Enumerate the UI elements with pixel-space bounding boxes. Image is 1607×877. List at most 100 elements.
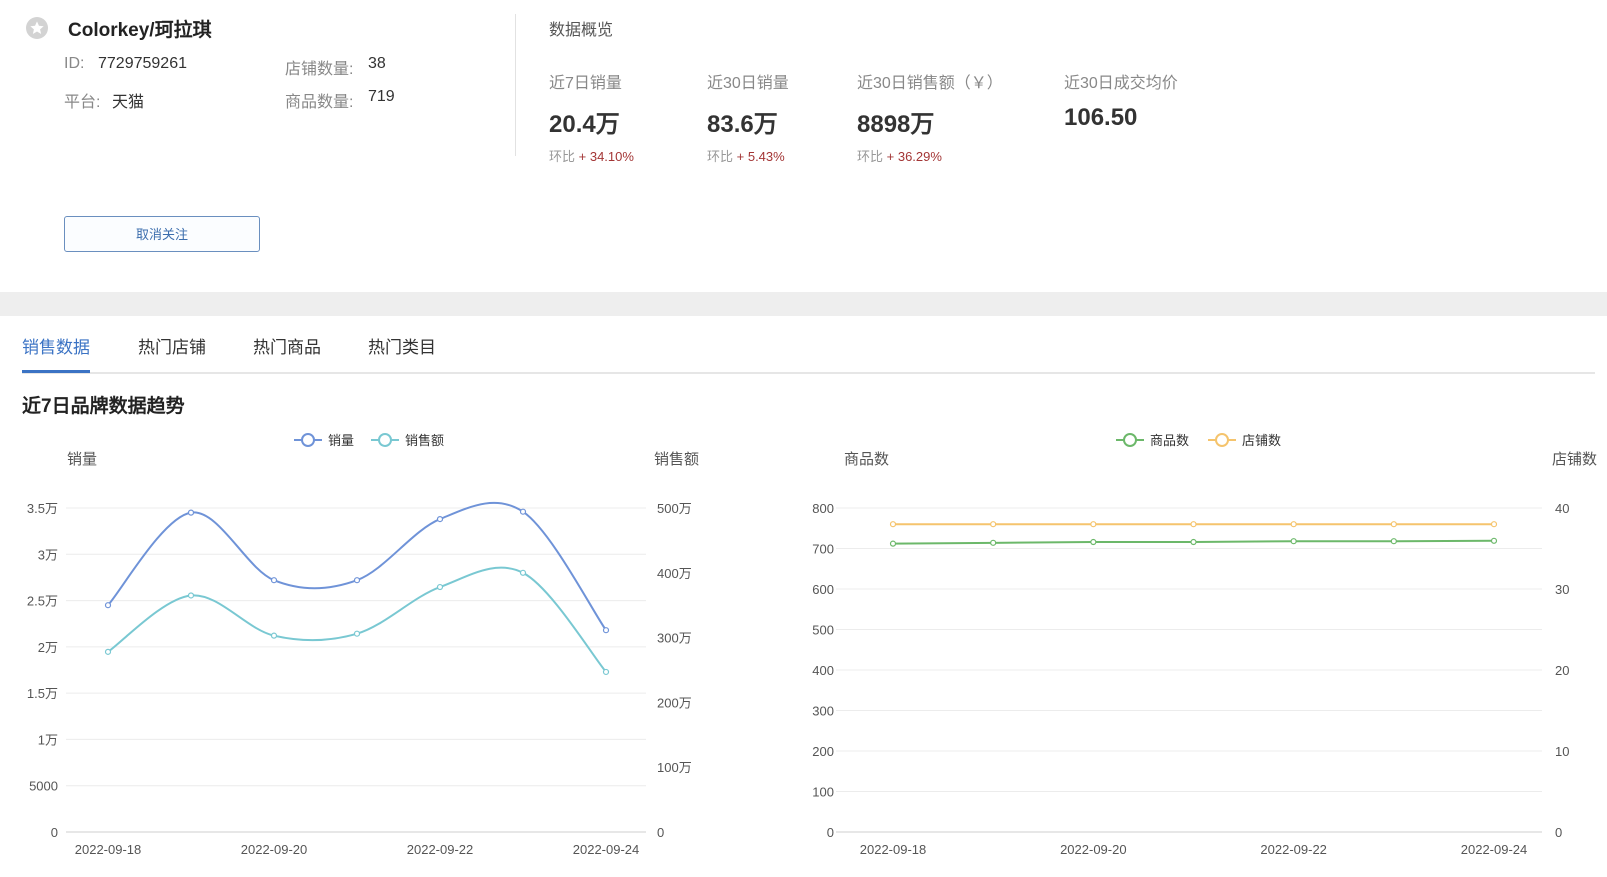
metric-value-7d-sales: 20.4万 (549, 111, 620, 138)
tab-hot-categories[interactable]: 热门类目 (368, 336, 436, 372)
y-tick-left: 1万 (38, 732, 58, 747)
y-tick-left: 200 (812, 744, 834, 759)
y-tick-left: 3.5万 (27, 501, 58, 516)
y-tick-left: 300 (812, 704, 834, 719)
x-tick-label: 2022-09-20 (1060, 842, 1127, 857)
y-tick-left: 700 (812, 542, 834, 557)
tab-hot-products[interactable]: 热门商品 (253, 336, 321, 372)
unfollow-button[interactable]: 取消关注 (64, 216, 260, 252)
y-tick-left: 0 (827, 825, 834, 840)
data-point-2 (270, 632, 278, 639)
metric-label-30d-revenue: 近30日销售额（￥） (857, 75, 1003, 92)
x-tick-label: 2022-09-22 (1260, 842, 1327, 857)
data-point-2 (1390, 521, 1397, 528)
metric-value-30d-avg-price: 106.50 (1064, 104, 1138, 131)
metric-label-30d-avg-price: 近30日成交均价 (1064, 75, 1178, 92)
data-point-1 (602, 627, 610, 634)
y-tick-right: 10 (1555, 744, 1569, 759)
legend-label-2: 销售额 (405, 433, 444, 448)
data-tabs: 销售数据 热门店铺 热门商品 热门类目 (22, 336, 1595, 374)
data-point-1 (104, 602, 112, 609)
data-point-1 (1190, 538, 1197, 546)
x-tick-label: 2022-09-18 (860, 842, 927, 857)
metric-change-30d-revenue: 环比 + 36.29% (857, 149, 942, 164)
y-tick-right: 20 (1555, 663, 1569, 678)
brand-name: Colorkey/珂拉琪 (68, 20, 212, 41)
legend-marker-2 (378, 433, 392, 447)
data-point-2 (889, 521, 897, 528)
brand-id-label: ID: (64, 55, 85, 72)
y-tick-right: 0 (1555, 825, 1562, 840)
metric-label-30d-sales: 近30日销量 (707, 75, 789, 92)
y-tick-right: 200万 (657, 695, 692, 710)
legend-marker-1 (1123, 433, 1137, 447)
platform-label: 平台: (64, 94, 101, 111)
x-tick-label: 2022-09-20 (241, 842, 308, 857)
data-point-1 (436, 516, 444, 523)
data-point-2 (1090, 521, 1097, 528)
data-point-2 (990, 521, 997, 528)
y-axis-label-left: 商品数 (844, 451, 889, 468)
y-tick-right: 0 (657, 825, 664, 840)
data-point-1 (1290, 538, 1297, 545)
y-tick-right: 300万 (657, 631, 692, 646)
data-point-1 (990, 539, 997, 546)
products-count-label: 商品数量: (285, 94, 354, 111)
y-tick-right: 500万 (657, 501, 692, 516)
metric-value-30d-sales: 83.6万 (707, 111, 778, 138)
data-point-1 (187, 509, 195, 516)
y-tick-right: 30 (1555, 582, 1569, 597)
y-tick-right: 400万 (657, 566, 692, 581)
data-point-1 (270, 577, 278, 584)
shops-count-value: 38 (368, 55, 386, 72)
section-divider (0, 292, 1607, 316)
y-tick-left: 3万 (38, 547, 58, 562)
data-point-1 (1490, 537, 1498, 544)
data-point-2 (602, 668, 610, 676)
data-point-2 (1190, 521, 1197, 528)
sales-revenue-chart: 0 5000 1万 1.5万 2万 2.5万 3万 3.5万 0 100万 200万 300万 400万… (27, 433, 699, 857)
tab-hot-shops[interactable]: 热门店铺 (138, 336, 206, 372)
y-tick-right: 40 (1555, 501, 1569, 516)
data-point-1 (353, 577, 361, 584)
data-point-1 (1090, 538, 1097, 546)
legend-label-1: 商品数 (1150, 433, 1189, 448)
products-shops-chart: 0100200300400500600700800010203040商品数 店铺数… (812, 433, 1597, 857)
data-point-2 (1290, 521, 1297, 528)
data-point-1 (889, 540, 897, 547)
y-axis-label-right: 店铺数 (1552, 451, 1597, 468)
y-axis-label-right: 销售额 (654, 451, 699, 468)
y-tick-left: 5000 (29, 779, 58, 794)
x-tick-label: 2022-09-24 (573, 842, 640, 857)
series-line-1 (107, 501, 607, 631)
follow-star-icon[interactable] (26, 17, 48, 39)
metric-value-30d-revenue: 8898万 (857, 111, 935, 138)
metric-label-7d-sales: 近7日销量 (549, 75, 622, 92)
y-axis-label-left: 销量 (67, 451, 97, 468)
y-tick-right: 100万 (657, 760, 692, 775)
y-tick-left: 400 (812, 663, 834, 678)
tab-sales-data[interactable]: 销售数据 (22, 336, 90, 372)
metric-change-30d-sales: 环比 + 5.43% (707, 149, 785, 164)
x-tick-label: 2022-09-24 (1461, 842, 1528, 857)
legend-label-1: 销量 (328, 433, 354, 448)
data-point-2 (104, 648, 112, 655)
shops-count-label: 店铺数量: (285, 61, 354, 78)
y-tick-left: 100 (812, 785, 834, 800)
data-point-1 (1390, 538, 1397, 545)
x-tick-label: 2022-09-22 (407, 842, 474, 857)
legend-marker-2 (1215, 433, 1229, 447)
data-point-1 (519, 508, 527, 515)
header-divider (515, 14, 516, 156)
legend-marker-1 (301, 433, 315, 447)
data-point-2 (1490, 521, 1498, 528)
products-count-value: 719 (368, 88, 395, 105)
data-point-2 (187, 592, 195, 599)
y-tick-left: 2.5万 (27, 594, 58, 609)
y-tick-left: 0 (51, 825, 58, 840)
platform-value: 天猫 (112, 94, 145, 111)
overview-title: 数据概览 (549, 22, 614, 39)
brand-id-value: 7729759261 (98, 55, 187, 72)
legend-label-2: 店铺数 (1242, 433, 1281, 448)
data-point-2 (353, 630, 361, 637)
